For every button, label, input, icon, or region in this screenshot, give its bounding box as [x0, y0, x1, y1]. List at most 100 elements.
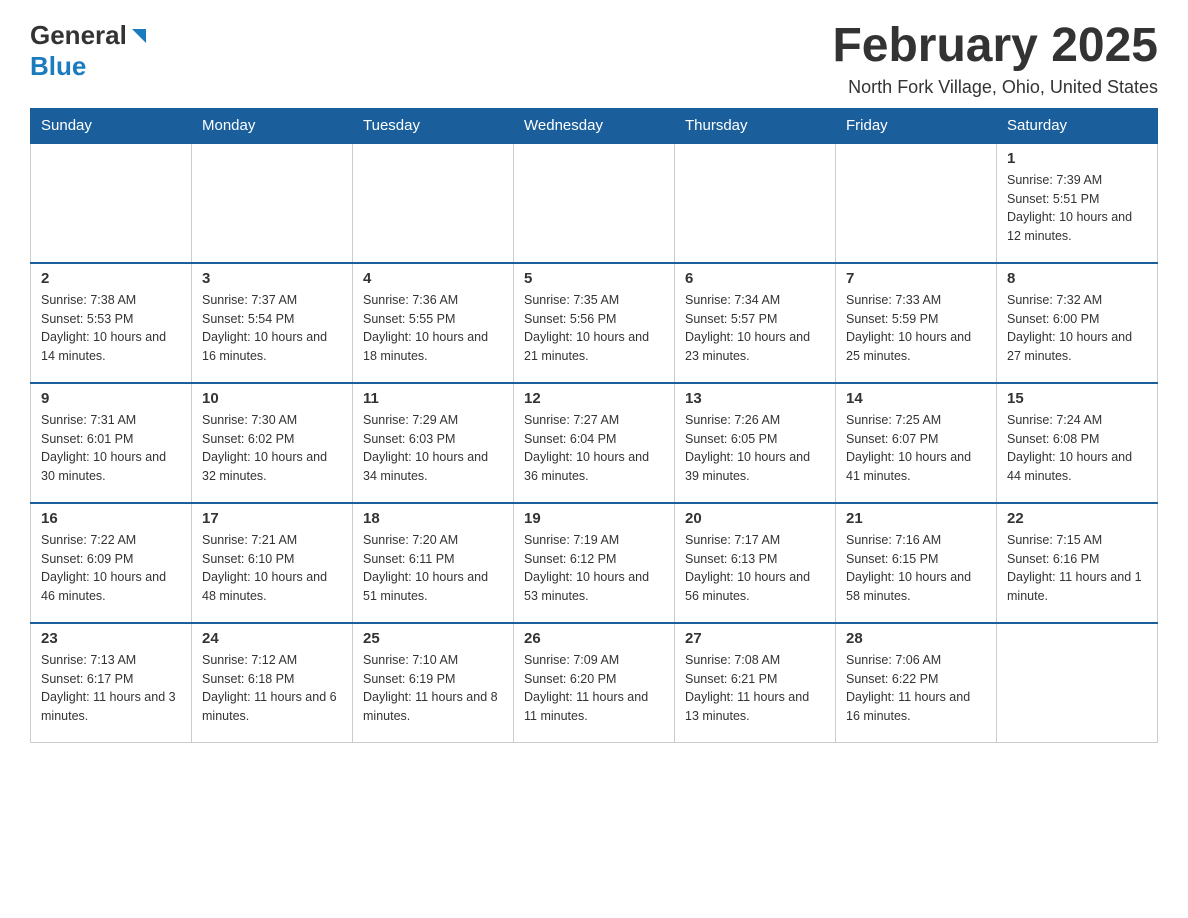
- day-number: 4: [363, 270, 503, 287]
- day-info: Sunrise: 7:39 AMSunset: 5:51 PMDaylight:…: [1007, 171, 1147, 246]
- calendar-cell: 7Sunrise: 7:33 AMSunset: 5:59 PMDaylight…: [836, 263, 997, 383]
- calendar-header-wednesday: Wednesday: [514, 108, 675, 143]
- day-info: Sunrise: 7:17 AMSunset: 6:13 PMDaylight:…: [685, 531, 825, 606]
- calendar-header-monday: Monday: [192, 108, 353, 143]
- day-info: Sunrise: 7:32 AMSunset: 6:00 PMDaylight:…: [1007, 291, 1147, 366]
- day-number: 5: [524, 270, 664, 287]
- logo-triangle-icon: [128, 25, 150, 47]
- day-number: 20: [685, 510, 825, 527]
- day-number: 18: [363, 510, 503, 527]
- day-info: Sunrise: 7:15 AMSunset: 6:16 PMDaylight:…: [1007, 531, 1147, 606]
- calendar-cell: [675, 143, 836, 263]
- calendar-cell: 5 Sunrise: 7:35 AMSunset: 5:56 PMDaylight…: [514, 263, 675, 383]
- day-info: Sunrise: 7:06 AMSunset: 6:22 PMDaylight:…: [846, 651, 986, 726]
- day-info: Sunrise: 7:29 AMSunset: 6:03 PMDaylight:…: [363, 411, 503, 486]
- day-number: 13: [685, 390, 825, 407]
- day-number: 2: [41, 270, 181, 287]
- calendar-cell: 15Sunrise: 7:24 AMSunset: 6:08 PMDayligh…: [997, 383, 1158, 503]
- page-header: General Blue February 2025 North Fork Vi…: [30, 20, 1158, 98]
- calendar-cell: 21 Sunrise: 7:16 AMSunset: 6:15 PMDayligh…: [836, 503, 997, 623]
- calendar-week-1: 1 Sunrise: 7:39 AMSunset: 5:51 PMDaylight…: [31, 143, 1158, 263]
- day-number: 8: [1007, 270, 1147, 287]
- day-number: 24: [202, 630, 342, 647]
- location-title: North Fork Village, Ohio, United States: [832, 77, 1158, 98]
- calendar-cell: 8 Sunrise: 7:32 AMSunset: 6:00 PMDaylight…: [997, 263, 1158, 383]
- calendar-week-5: 23Sunrise: 7:13 AMSunset: 6:17 PMDayligh…: [31, 623, 1158, 743]
- logo-general-text: General: [30, 20, 127, 51]
- calendar-header-tuesday: Tuesday: [353, 108, 514, 143]
- calendar-cell: 1 Sunrise: 7:39 AMSunset: 5:51 PMDaylight…: [997, 143, 1158, 263]
- day-info: Sunrise: 7:35 AMSunset: 5:56 PMDaylight:…: [524, 291, 664, 366]
- day-number: 1: [1007, 150, 1147, 167]
- calendar-cell: 17 Sunrise: 7:21 AMSunset: 6:10 PMDayligh…: [192, 503, 353, 623]
- day-info: Sunrise: 7:19 AMSunset: 6:12 PMDaylight:…: [524, 531, 664, 606]
- day-info: Sunrise: 7:09 AMSunset: 6:20 PMDaylight:…: [524, 651, 664, 726]
- day-number: 7: [846, 270, 986, 287]
- day-number: 6: [685, 270, 825, 287]
- day-number: 19: [524, 510, 664, 527]
- day-info: Sunrise: 7:25 AMSunset: 6:07 PMDaylight:…: [846, 411, 986, 486]
- calendar-header-sunday: Sunday: [31, 108, 192, 143]
- day-number: 16: [41, 510, 181, 527]
- day-info: Sunrise: 7:30 AMSunset: 6:02 PMDaylight:…: [202, 411, 342, 486]
- day-info: Sunrise: 7:22 AMSunset: 6:09 PMDaylight:…: [41, 531, 181, 606]
- calendar-cell: 16 Sunrise: 7:22 AMSunset: 6:09 PMDayligh…: [31, 503, 192, 623]
- day-number: 10: [202, 390, 342, 407]
- calendar-cell: 14 Sunrise: 7:25 AMSunset: 6:07 PMDayligh…: [836, 383, 997, 503]
- day-number: 12: [524, 390, 664, 407]
- day-info: Sunrise: 7:12 AMSunset: 6:18 PMDaylight:…: [202, 651, 342, 726]
- calendar-header-saturday: Saturday: [997, 108, 1158, 143]
- calendar-cell: 19 Sunrise: 7:19 AMSunset: 6:12 PMDayligh…: [514, 503, 675, 623]
- day-info: Sunrise: 7:21 AMSunset: 6:10 PMDaylight:…: [202, 531, 342, 606]
- day-info: Sunrise: 7:31 AMSunset: 6:01 PMDaylight:…: [41, 411, 181, 486]
- calendar-cell: 6 Sunrise: 7:34 AMSunset: 5:57 PMDaylight…: [675, 263, 836, 383]
- calendar-cell: [192, 143, 353, 263]
- calendar-cell: 10 Sunrise: 7:30 AMSunset: 6:02 PMDayligh…: [192, 383, 353, 503]
- calendar-cell: 2 Sunrise: 7:38 AMSunset: 5:53 PMDaylight…: [31, 263, 192, 383]
- calendar-cell: [514, 143, 675, 263]
- calendar-header-thursday: Thursday: [675, 108, 836, 143]
- day-info: Sunrise: 7:13 AMSunset: 6:17 PMDaylight:…: [41, 651, 181, 726]
- day-info: Sunrise: 7:20 AMSunset: 6:11 PMDaylight:…: [363, 531, 503, 606]
- day-info: Sunrise: 7:37 AMSunset: 5:54 PMDaylight:…: [202, 291, 342, 366]
- day-number: 17: [202, 510, 342, 527]
- calendar-cell: 25 Sunrise: 7:10 AMSunset: 6:19 PMDayligh…: [353, 623, 514, 743]
- calendar-cell: 28Sunrise: 7:06 AMSunset: 6:22 PMDayligh…: [836, 623, 997, 743]
- calendar-cell: [353, 143, 514, 263]
- calendar-cell: 27 Sunrise: 7:08 AMSunset: 6:21 PMDayligh…: [675, 623, 836, 743]
- day-info: Sunrise: 7:16 AMSunset: 6:15 PMDaylight:…: [846, 531, 986, 606]
- calendar-cell: 3 Sunrise: 7:37 AMSunset: 5:54 PMDaylight…: [192, 263, 353, 383]
- day-number: 26: [524, 630, 664, 647]
- calendar-cell: 12 Sunrise: 7:27 AMSunset: 6:04 PMDayligh…: [514, 383, 675, 503]
- calendar-cell: [31, 143, 192, 263]
- calendar-cell: 13Sunrise: 7:26 AMSunset: 6:05 PMDayligh…: [675, 383, 836, 503]
- calendar-header-friday: Friday: [836, 108, 997, 143]
- day-number: 25: [363, 630, 503, 647]
- day-info: Sunrise: 7:10 AMSunset: 6:19 PMDaylight:…: [363, 651, 503, 726]
- day-info: Sunrise: 7:08 AMSunset: 6:21 PMDaylight:…: [685, 651, 825, 726]
- day-info: Sunrise: 7:27 AMSunset: 6:04 PMDaylight:…: [524, 411, 664, 486]
- calendar-cell: 9 Sunrise: 7:31 AMSunset: 6:01 PMDaylight…: [31, 383, 192, 503]
- logo: General Blue: [30, 20, 151, 82]
- calendar-cell: 26 Sunrise: 7:09 AMSunset: 6:20 PMDayligh…: [514, 623, 675, 743]
- day-info: Sunrise: 7:36 AMSunset: 5:55 PMDaylight:…: [363, 291, 503, 366]
- calendar-cell: 24 Sunrise: 7:12 AMSunset: 6:18 PMDayligh…: [192, 623, 353, 743]
- title-area: February 2025 North Fork Village, Ohio, …: [832, 20, 1158, 98]
- day-info: Sunrise: 7:38 AMSunset: 5:53 PMDaylight:…: [41, 291, 181, 366]
- calendar-cell: [997, 623, 1158, 743]
- calendar-week-4: 16 Sunrise: 7:22 AMSunset: 6:09 PMDayligh…: [31, 503, 1158, 623]
- calendar-header-row: SundayMondayTuesdayWednesdayThursdayFrid…: [31, 108, 1158, 143]
- calendar-table: SundayMondayTuesdayWednesdayThursdayFrid…: [30, 108, 1158, 744]
- day-info: Sunrise: 7:34 AMSunset: 5:57 PMDaylight:…: [685, 291, 825, 366]
- day-number: 14: [846, 390, 986, 407]
- day-number: 3: [202, 270, 342, 287]
- calendar-cell: 18 Sunrise: 7:20 AMSunset: 6:11 PMDayligh…: [353, 503, 514, 623]
- day-number: 11: [363, 390, 503, 407]
- day-number: 27: [685, 630, 825, 647]
- calendar-cell: 4 Sunrise: 7:36 AMSunset: 5:55 PMDaylight…: [353, 263, 514, 383]
- day-number: 21: [846, 510, 986, 527]
- calendar-week-3: 9 Sunrise: 7:31 AMSunset: 6:01 PMDaylight…: [31, 383, 1158, 503]
- day-number: 9: [41, 390, 181, 407]
- day-number: 15: [1007, 390, 1147, 407]
- month-title: February 2025: [832, 20, 1158, 73]
